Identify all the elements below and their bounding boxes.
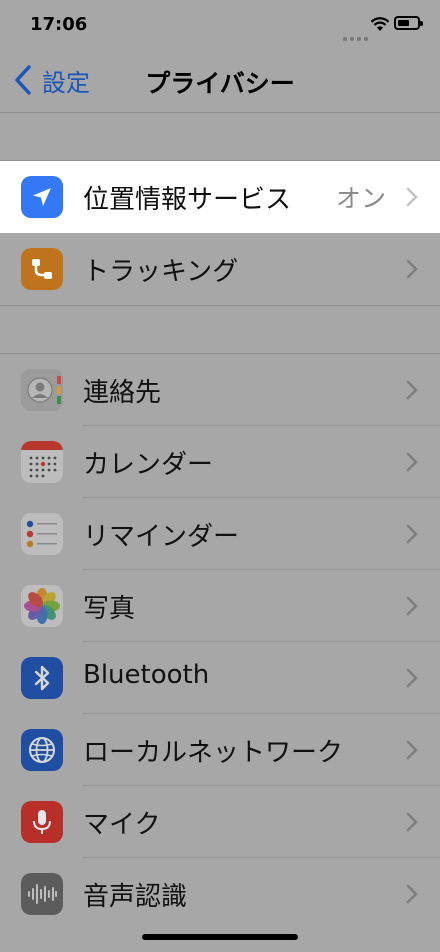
location-arrow-icon (21, 176, 63, 218)
section-divider (0, 305, 440, 306)
row-label: マイク (83, 810, 161, 840)
row-microphone[interactable]: マイク (0, 786, 440, 858)
chevron-right-icon (406, 668, 418, 688)
chevron-right-icon (406, 812, 418, 832)
calendar-icon (21, 441, 63, 483)
chevron-right-icon (406, 380, 418, 400)
row-tracking[interactable]: トラッキング (0, 233, 440, 305)
row-value: オン (335, 184, 386, 213)
row-label: 位置情報サービス (83, 185, 292, 215)
microphone-icon (21, 801, 63, 843)
tracking-icon (21, 248, 63, 290)
row-label: リマインダー (83, 522, 240, 552)
row-label: 写真 (83, 594, 136, 624)
row-speech-recognition[interactable]: 音声認識 (0, 858, 440, 930)
page-title: プライバシー (145, 69, 295, 98)
row-photos[interactable]: 写真 (0, 570, 440, 642)
photos-icon (21, 585, 63, 627)
row-label: カレンダー (83, 450, 214, 480)
bluetooth-icon (21, 657, 63, 699)
row-label: トラッキング (83, 257, 239, 287)
chevron-right-icon (406, 452, 418, 472)
row-location-services[interactable]: 位置情報サービス オン (0, 161, 440, 233)
status-bar: 17:06 (0, 0, 440, 50)
status-time: 17:06 (30, 14, 88, 35)
chevron-right-icon (406, 187, 418, 207)
contacts-icon (21, 369, 63, 411)
chevron-right-icon (406, 596, 418, 616)
row-bluetooth[interactable]: Bluetooth (0, 642, 440, 714)
signal-dots-icon (343, 26, 371, 45)
row-contacts[interactable]: 連絡先 (0, 354, 440, 426)
row-label: 音声認識 (83, 882, 188, 912)
row-calendar[interactable]: カレンダー (0, 426, 440, 498)
globe-icon (21, 729, 63, 771)
navigation-bar: 設定 プライバシー (0, 50, 440, 112)
chevron-right-icon (406, 884, 418, 904)
reminders-icon (21, 513, 63, 555)
home-indicator[interactable] (142, 934, 298, 940)
row-label: ローカルネットワーク (83, 738, 344, 768)
row-label: 連絡先 (83, 378, 162, 408)
chevron-right-icon (406, 259, 418, 279)
row-reminders[interactable]: リマインダー (0, 498, 440, 570)
chevron-right-icon (406, 740, 418, 760)
row-local-network[interactable]: ローカルネットワーク (0, 714, 440, 786)
chevron-right-icon (406, 524, 418, 544)
waveform-icon (21, 873, 63, 915)
row-label: Bluetooth (83, 660, 210, 690)
nav-divider (0, 112, 440, 113)
battery-icon (394, 16, 423, 30)
wifi-icon (370, 17, 390, 31)
